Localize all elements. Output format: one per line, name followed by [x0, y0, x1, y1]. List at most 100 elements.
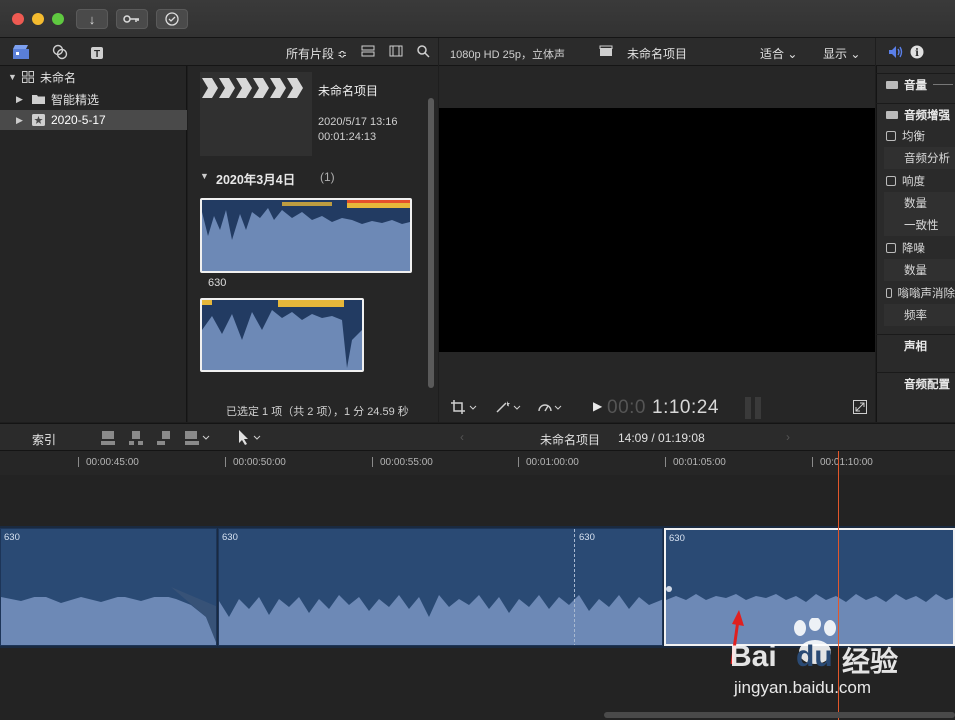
clip-appearance-icon[interactable] — [361, 44, 375, 58]
volume-keyframe[interactable] — [666, 586, 672, 592]
ruler-label: 00:00:50:00 — [233, 457, 286, 468]
checkbox[interactable] — [886, 176, 896, 186]
library-root[interactable]: ▼ 未命名 — [0, 67, 187, 87]
zoom-window-button[interactable] — [52, 13, 64, 25]
library-item-smart-collections[interactable]: ▶ 智能精选 — [0, 89, 187, 109]
ruler-tick — [372, 457, 373, 467]
timeline-clip-label: 630 — [222, 532, 238, 543]
inspector-row-checkbox[interactable]: 响度 — [876, 170, 955, 192]
timeline-back-icon[interactable]: ‹ — [460, 430, 464, 444]
inspector-row-sub[interactable]: 音频分析 — [884, 147, 955, 169]
zoom-dropdown[interactable]: 适合 ⌄ — [760, 45, 797, 62]
section-toggle-icon[interactable] — [886, 110, 898, 119]
inspector-row-footer[interactable]: 音频配置 — [876, 372, 955, 394]
clip-waveform — [1, 587, 216, 645]
inspector-row-header[interactable]: 音频增强 — [876, 103, 955, 125]
clapper-icon — [599, 45, 613, 57]
inspector-label: 均衡 — [902, 131, 925, 143]
project-duration: 00:01:24:13 — [318, 131, 377, 143]
inspector-row-sub[interactable]: 数量 — [884, 259, 955, 281]
filmstrip-icon[interactable] — [389, 44, 403, 58]
audio-inspector-icon[interactable] — [888, 45, 904, 59]
inspector-row-sub[interactable]: 一致性 — [884, 214, 955, 236]
inspector-row-header[interactable]: 音量 — [876, 73, 955, 95]
disclosure-open-icon[interactable]: ▼ — [200, 171, 209, 181]
event-group-count: (1) — [320, 170, 335, 184]
watermark-url: jingyan.baidu.com — [734, 678, 872, 697]
timeline-position: 14:09 / 01:19:08 — [618, 431, 705, 445]
library-root-label: 未命名 — [40, 70, 77, 85]
crop-icon[interactable] — [451, 400, 477, 414]
audio-meter-right — [755, 397, 761, 419]
library-item-label: 智能精选 — [51, 92, 100, 107]
view-options-dropdown[interactable]: 显示 ⌄ — [823, 45, 860, 62]
play-button[interactable]: ▶ — [593, 399, 602, 413]
inspector-label: 声相 — [904, 340, 927, 353]
watermark-brand: Bai — [730, 640, 777, 673]
keywords-button[interactable] — [116, 9, 148, 29]
fullscreen-icon[interactable] — [853, 400, 867, 414]
import-button[interactable]: ↓ — [76, 9, 108, 29]
library-item-event[interactable]: ▶ 2020-5-17 — [0, 110, 187, 130]
watermark: Bai du 经验 jingyan.baidu.com — [730, 616, 950, 712]
inspector-row-sub[interactable]: 数量 — [884, 192, 955, 214]
inspector-toolbar: i — [876, 38, 955, 66]
titles-icon[interactable]: T — [90, 44, 106, 60]
clip-filter-dropdown[interactable]: 所有片段 ≎ — [286, 45, 347, 62]
timeline-clip[interactable]: 630 — [0, 528, 217, 646]
project-name: 未命名项目 — [318, 84, 379, 98]
watermark-brand-du: du — [796, 640, 833, 673]
checkbox[interactable] — [886, 243, 896, 253]
libraries-icon[interactable] — [12, 44, 30, 60]
inspector-row-checkbox[interactable]: 降噪 — [876, 237, 955, 259]
ruler-label: 00:00:55:00 — [380, 457, 433, 468]
project-date: 2020/5/17 13:16 — [318, 116, 398, 128]
disclosure-closed-icon[interactable]: ▶ — [16, 94, 24, 105]
checkbox[interactable] — [886, 288, 892, 298]
search-icon[interactable] — [416, 44, 430, 58]
photos-icon[interactable] — [52, 44, 68, 60]
ruler-tick — [812, 457, 813, 467]
minimize-window-button[interactable] — [32, 13, 44, 25]
inspector-row-checkbox[interactable]: 嗡嗡声消除 — [876, 282, 955, 304]
inspector-label: 数量 — [904, 265, 927, 277]
close-window-button[interactable] — [12, 13, 24, 25]
browser-scrollbar[interactable] — [428, 98, 434, 388]
enhance-wand-icon[interactable] — [495, 400, 523, 414]
folder-icon — [32, 95, 45, 104]
volume-slider[interactable] — [933, 84, 953, 85]
timeline-clip-label: 630 — [669, 533, 685, 544]
browser-clip-2[interactable] — [200, 298, 364, 372]
key-icon — [123, 15, 139, 23]
clip-waveform — [202, 200, 410, 271]
connect-clip-icon[interactable] — [100, 430, 116, 446]
inspector-label: 音频配置 — [904, 378, 950, 391]
timeline-project-name: 未命名项目 — [540, 433, 601, 447]
viewer-canvas[interactable] — [439, 108, 875, 352]
background-tasks-button[interactable] — [156, 9, 188, 29]
inspector-row-sub[interactable]: 频率 — [884, 304, 955, 326]
browser-status: 已选定 1 项（共 2 项），1 分 24.59 秒 — [226, 406, 409, 418]
inspector-row-checkbox[interactable]: 均衡 — [876, 125, 955, 147]
info-icon[interactable]: i — [910, 45, 924, 59]
timeline-forward-icon[interactable]: › — [786, 430, 790, 444]
checkbox[interactable] — [886, 131, 896, 141]
timeline-scrollbar[interactable] — [604, 712, 955, 718]
select-tool-icon[interactable] — [237, 429, 265, 447]
speedometer-icon[interactable] — [537, 400, 565, 414]
disclosure-open-icon[interactable]: ▼ — [8, 72, 17, 82]
title-bar: ↓ — [0, 0, 955, 38]
overwrite-clip-icon[interactable] — [184, 430, 212, 446]
browser-clip-1[interactable] — [200, 198, 412, 273]
viewer-controls: ▶ 00:0 1:10:24 — [439, 393, 875, 422]
timeline-ruler[interactable]: 00:00:45:00 00:00:50:00 00:00:55:00 00:01:0… — [0, 451, 955, 475]
append-clip-icon[interactable] — [156, 430, 172, 446]
section-toggle-icon[interactable] — [886, 80, 898, 89]
timeline-clip[interactable]: 630 630 — [218, 528, 663, 646]
inspector-row-header[interactable]: 声相 — [876, 334, 955, 356]
insert-clip-icon[interactable] — [128, 430, 144, 446]
project-thumbnail[interactable] — [200, 72, 312, 156]
disclosure-closed-icon[interactable]: ▶ — [16, 115, 24, 126]
timeline-index-button[interactable]: 索引 — [32, 431, 56, 448]
ruler-label: 00:01:00:00 — [526, 457, 579, 468]
